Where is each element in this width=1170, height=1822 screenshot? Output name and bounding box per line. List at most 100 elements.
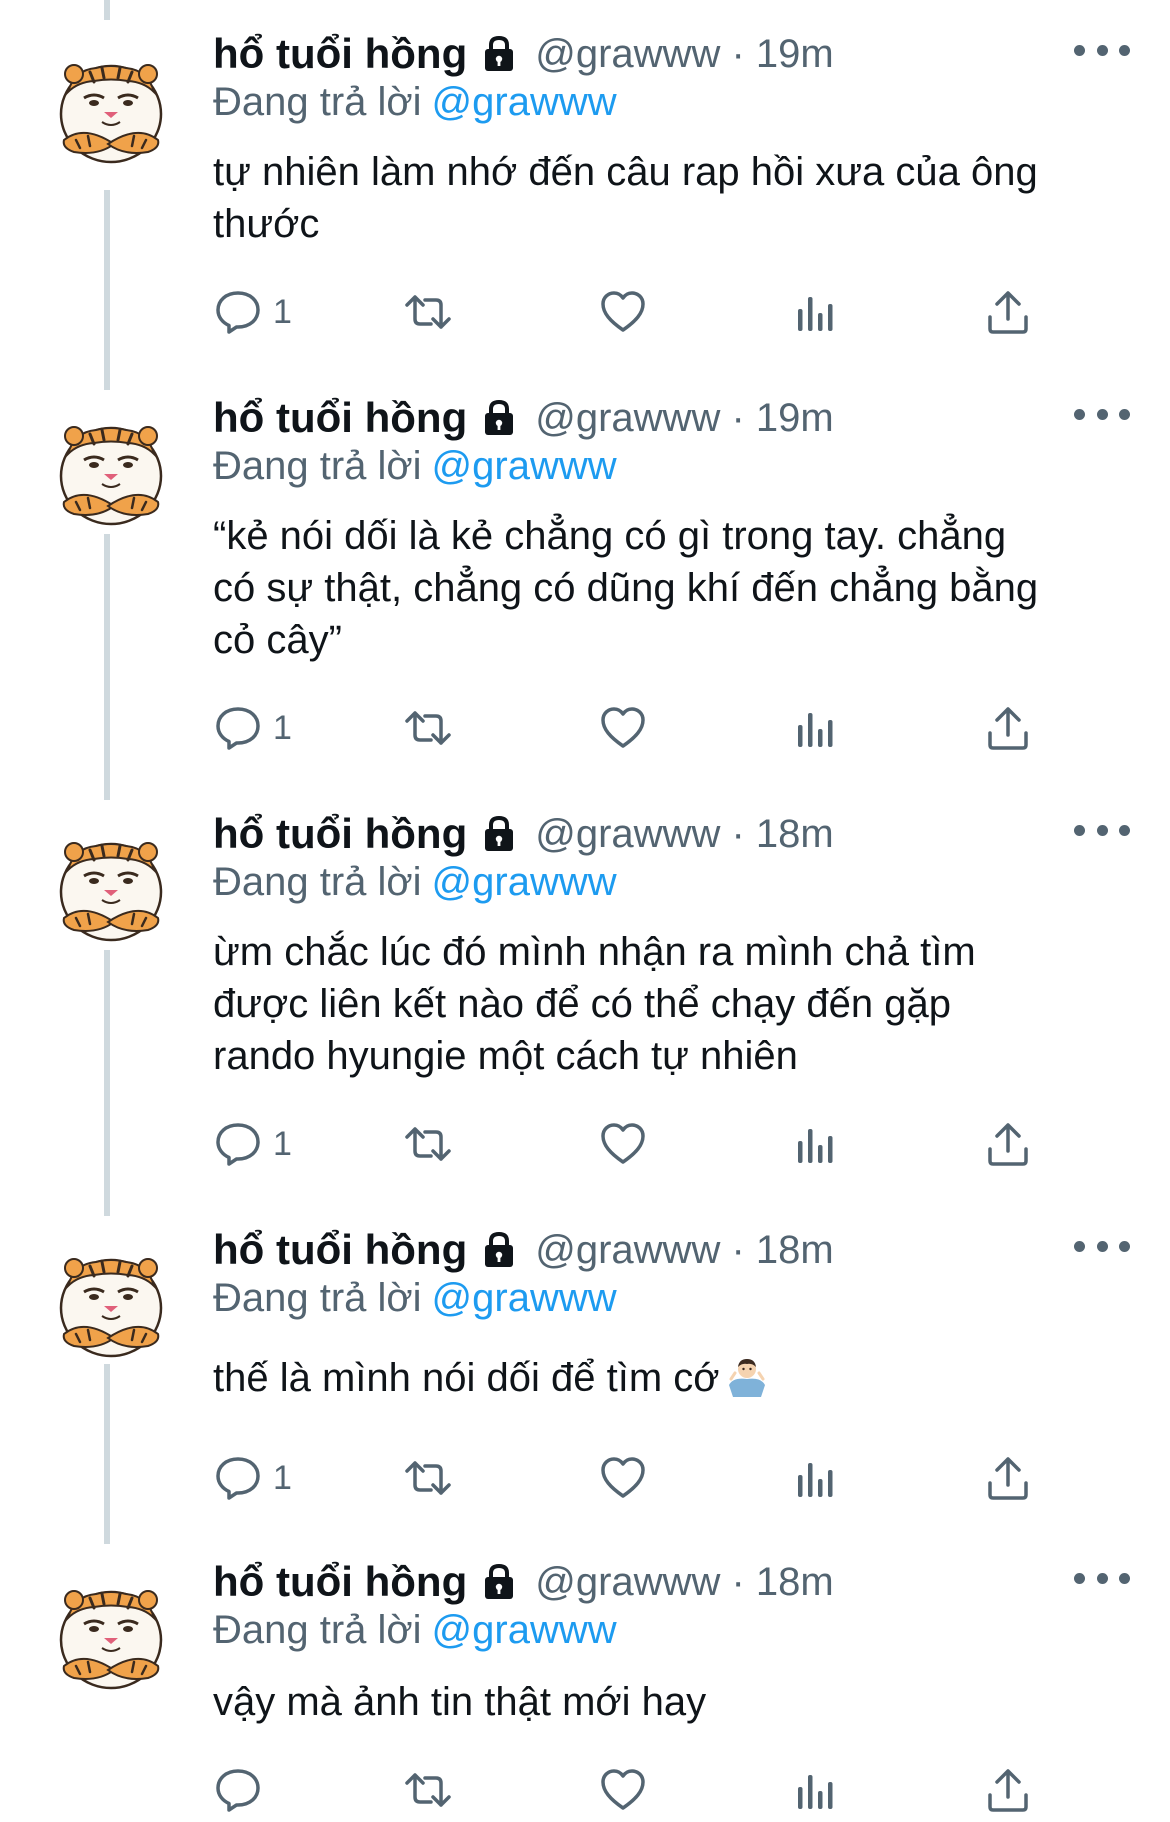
share-button[interactable] <box>983 698 1033 758</box>
display-name[interactable]: hổ tuổi hồng <box>213 30 467 78</box>
share-icon <box>983 1453 1033 1503</box>
replying-mention-link[interactable]: @grawww <box>432 1608 617 1652</box>
thread-connector <box>104 1364 110 1544</box>
avatar[interactable] <box>44 1574 178 1708</box>
tweet-text: tự nhiên làm nhớ đến câu rap hồi xưa của… <box>213 146 1143 250</box>
tweet-text: ừm chắc lúc đó mình nhận ra mình chả tìm… <box>213 926 1143 1082</box>
tiger-avatar-icon <box>44 48 178 182</box>
avatar[interactable] <box>44 48 178 182</box>
retweet-button[interactable] <box>403 282 453 342</box>
retweet-button[interactable] <box>403 1760 453 1820</box>
reply-icon <box>213 1453 263 1503</box>
reply-button[interactable] <box>213 1760 273 1820</box>
lock-icon <box>477 812 521 856</box>
replying-label: Đang trả lời <box>213 444 422 488</box>
more-options-icon[interactable] <box>1074 394 1130 434</box>
share-icon <box>983 703 1033 753</box>
handle-and-time[interactable]: @grawww · 19m <box>535 396 833 441</box>
share-button[interactable] <box>983 1448 1033 1508</box>
like-button[interactable] <box>598 1114 648 1174</box>
thread-connector <box>104 950 110 1216</box>
reply-count: 1 <box>273 292 292 331</box>
retweet-button[interactable] <box>403 698 453 758</box>
avatar[interactable] <box>44 410 178 544</box>
reply-button[interactable]: 1 <box>213 1114 292 1174</box>
replying-to: Đang trả lời @grawww <box>213 1608 617 1653</box>
views-button[interactable] <box>791 698 841 758</box>
avatar[interactable] <box>44 826 178 960</box>
reply-count: 1 <box>273 1124 292 1163</box>
retweet-button[interactable] <box>403 1448 453 1508</box>
tweet-header: hổ tuổi hồng @grawww · 18m <box>213 1554 834 1610</box>
replying-mention-link[interactable]: @grawww <box>432 860 617 904</box>
handle-and-time[interactable]: @grawww · 18m <box>535 812 833 857</box>
tweet-text-line: vậy mà ảnh tin thật mới hay <box>213 1680 707 1724</box>
more-options-icon[interactable] <box>1074 810 1130 850</box>
avatar[interactable] <box>44 1242 178 1376</box>
tiger-avatar-icon <box>44 1242 178 1376</box>
action-bar <box>213 1760 1053 1820</box>
tweet-header: hổ tuổi hồng @grawww · 19m <box>213 390 834 446</box>
lock-icon <box>477 396 521 440</box>
replying-label: Đang trả lời <box>213 1276 422 1320</box>
replying-label: Đang trả lời <box>213 1608 422 1652</box>
action-bar: 1 <box>213 1448 1053 1508</box>
replying-mention-link[interactable]: @grawww <box>432 444 617 488</box>
replying-to: Đang trả lời @grawww <box>213 860 617 905</box>
tweet-text: “kẻ nói dối là kẻ chẳng có gì trong tay.… <box>213 510 1143 666</box>
handle-and-time[interactable]: @grawww · 18m <box>535 1228 833 1273</box>
retweet-button[interactable] <box>403 1114 453 1174</box>
share-icon <box>983 1119 1033 1169</box>
tweet-text-line: có sự thật, chẳng có dũng khí đến chẳng … <box>213 566 1039 610</box>
more-options-icon[interactable] <box>1074 1226 1130 1266</box>
tweet-text-line: rando hyungie một cách tự nhiên <box>213 1034 798 1078</box>
share-button[interactable] <box>983 282 1033 342</box>
reply-icon <box>213 1119 263 1169</box>
tweet-text: vậy mà ảnh tin thật mới hay <box>213 1676 1143 1728</box>
handle-and-time[interactable]: @grawww · 19m <box>535 32 833 77</box>
replying-label: Đang trả lời <box>213 80 422 124</box>
lock-icon <box>477 1560 521 1604</box>
views-button[interactable] <box>791 1114 841 1174</box>
analytics-icon <box>791 1119 841 1169</box>
like-button[interactable] <box>598 1448 648 1508</box>
like-button[interactable] <box>598 282 648 342</box>
tweet-text-line: thước <box>213 202 320 246</box>
reply-button[interactable]: 1 <box>213 282 292 342</box>
reply-icon <box>213 287 263 337</box>
replying-label: Đang trả lời <box>213 860 422 904</box>
share-icon <box>983 1765 1033 1815</box>
tweet-header: hổ tuổi hồng @grawww · 18m <box>213 1222 834 1278</box>
tweet-text-line: được liên kết nào để có thể chạy đến gặp <box>213 982 951 1026</box>
heart-icon <box>598 287 648 337</box>
like-button[interactable] <box>598 698 648 758</box>
display-name[interactable]: hổ tuổi hồng <box>213 1558 467 1606</box>
analytics-icon <box>791 703 841 753</box>
display-name[interactable]: hổ tuổi hồng <box>213 810 467 858</box>
tweet-text-line: tự nhiên làm nhớ đến câu rap hồi xưa của… <box>213 150 1038 194</box>
replying-mention-link[interactable]: @grawww <box>432 80 617 124</box>
views-button[interactable] <box>791 282 841 342</box>
replying-mention-link[interactable]: @grawww <box>432 1276 617 1320</box>
reply-button[interactable]: 1 <box>213 698 292 758</box>
views-button[interactable] <box>791 1448 841 1508</box>
share-button[interactable] <box>983 1114 1033 1174</box>
heart-icon <box>598 1453 648 1503</box>
reply-icon <box>213 703 263 753</box>
more-options-icon[interactable] <box>1074 1558 1130 1598</box>
tweet-text: thế là mình nói dối để tìm cớ <box>213 1352 1143 1404</box>
retweet-icon <box>403 703 453 753</box>
more-options-icon[interactable] <box>1074 30 1130 70</box>
thread-connector-top <box>104 0 110 20</box>
display-name[interactable]: hổ tuổi hồng <box>213 394 467 442</box>
action-bar: 1 <box>213 282 1053 342</box>
tweet-text-line: cỏ cây” <box>213 618 342 662</box>
views-button[interactable] <box>791 1760 841 1820</box>
reply-button[interactable]: 1 <box>213 1448 292 1508</box>
share-button[interactable] <box>983 1760 1033 1820</box>
handle-and-time[interactable]: @grawww · 18m <box>535 1560 833 1605</box>
display-name[interactable]: hổ tuổi hồng <box>213 1226 467 1274</box>
thread-connector <box>104 190 110 390</box>
reply-count: 1 <box>273 708 292 747</box>
like-button[interactable] <box>598 1760 648 1820</box>
